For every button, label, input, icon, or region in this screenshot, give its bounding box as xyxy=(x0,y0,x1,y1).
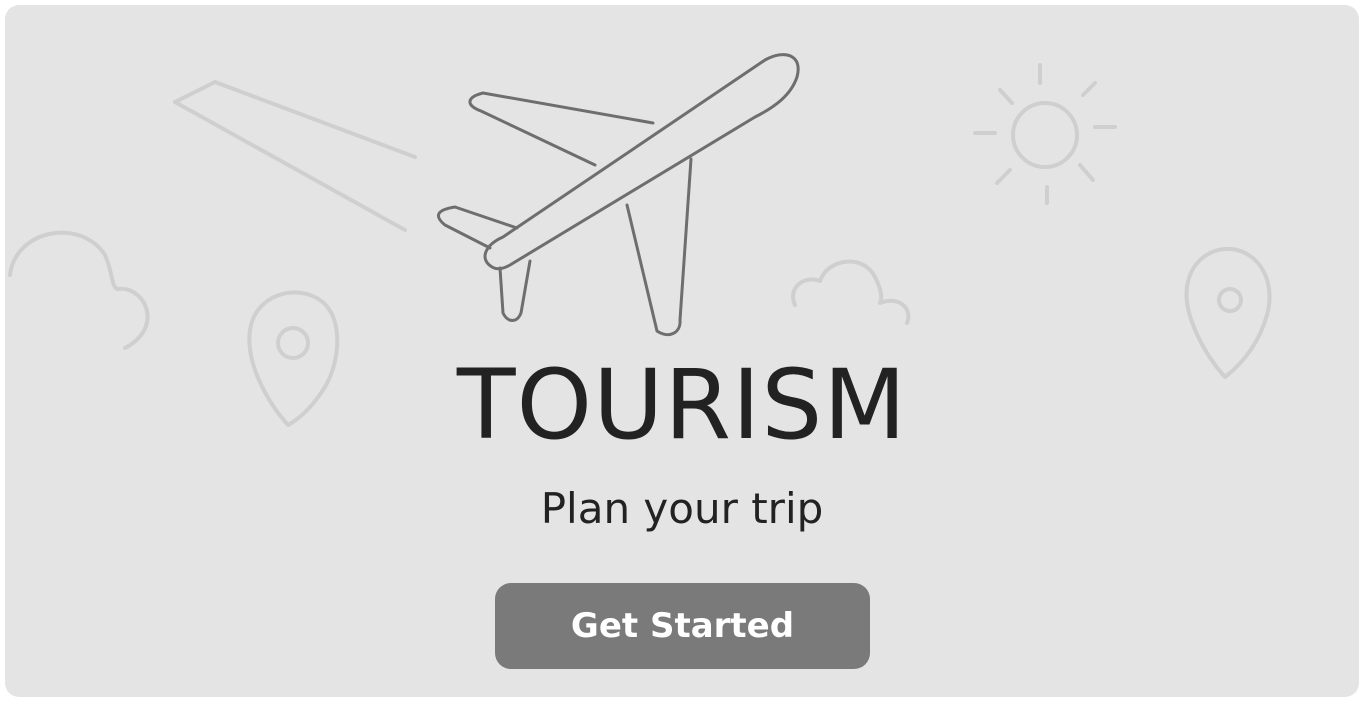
app-title: TOURISM xyxy=(456,349,908,461)
welcome-screen: TOURISM Plan your trip Get Started xyxy=(5,5,1359,697)
app-subtitle: Plan your trip xyxy=(540,484,824,533)
get-started-button[interactable]: Get Started xyxy=(495,583,870,669)
